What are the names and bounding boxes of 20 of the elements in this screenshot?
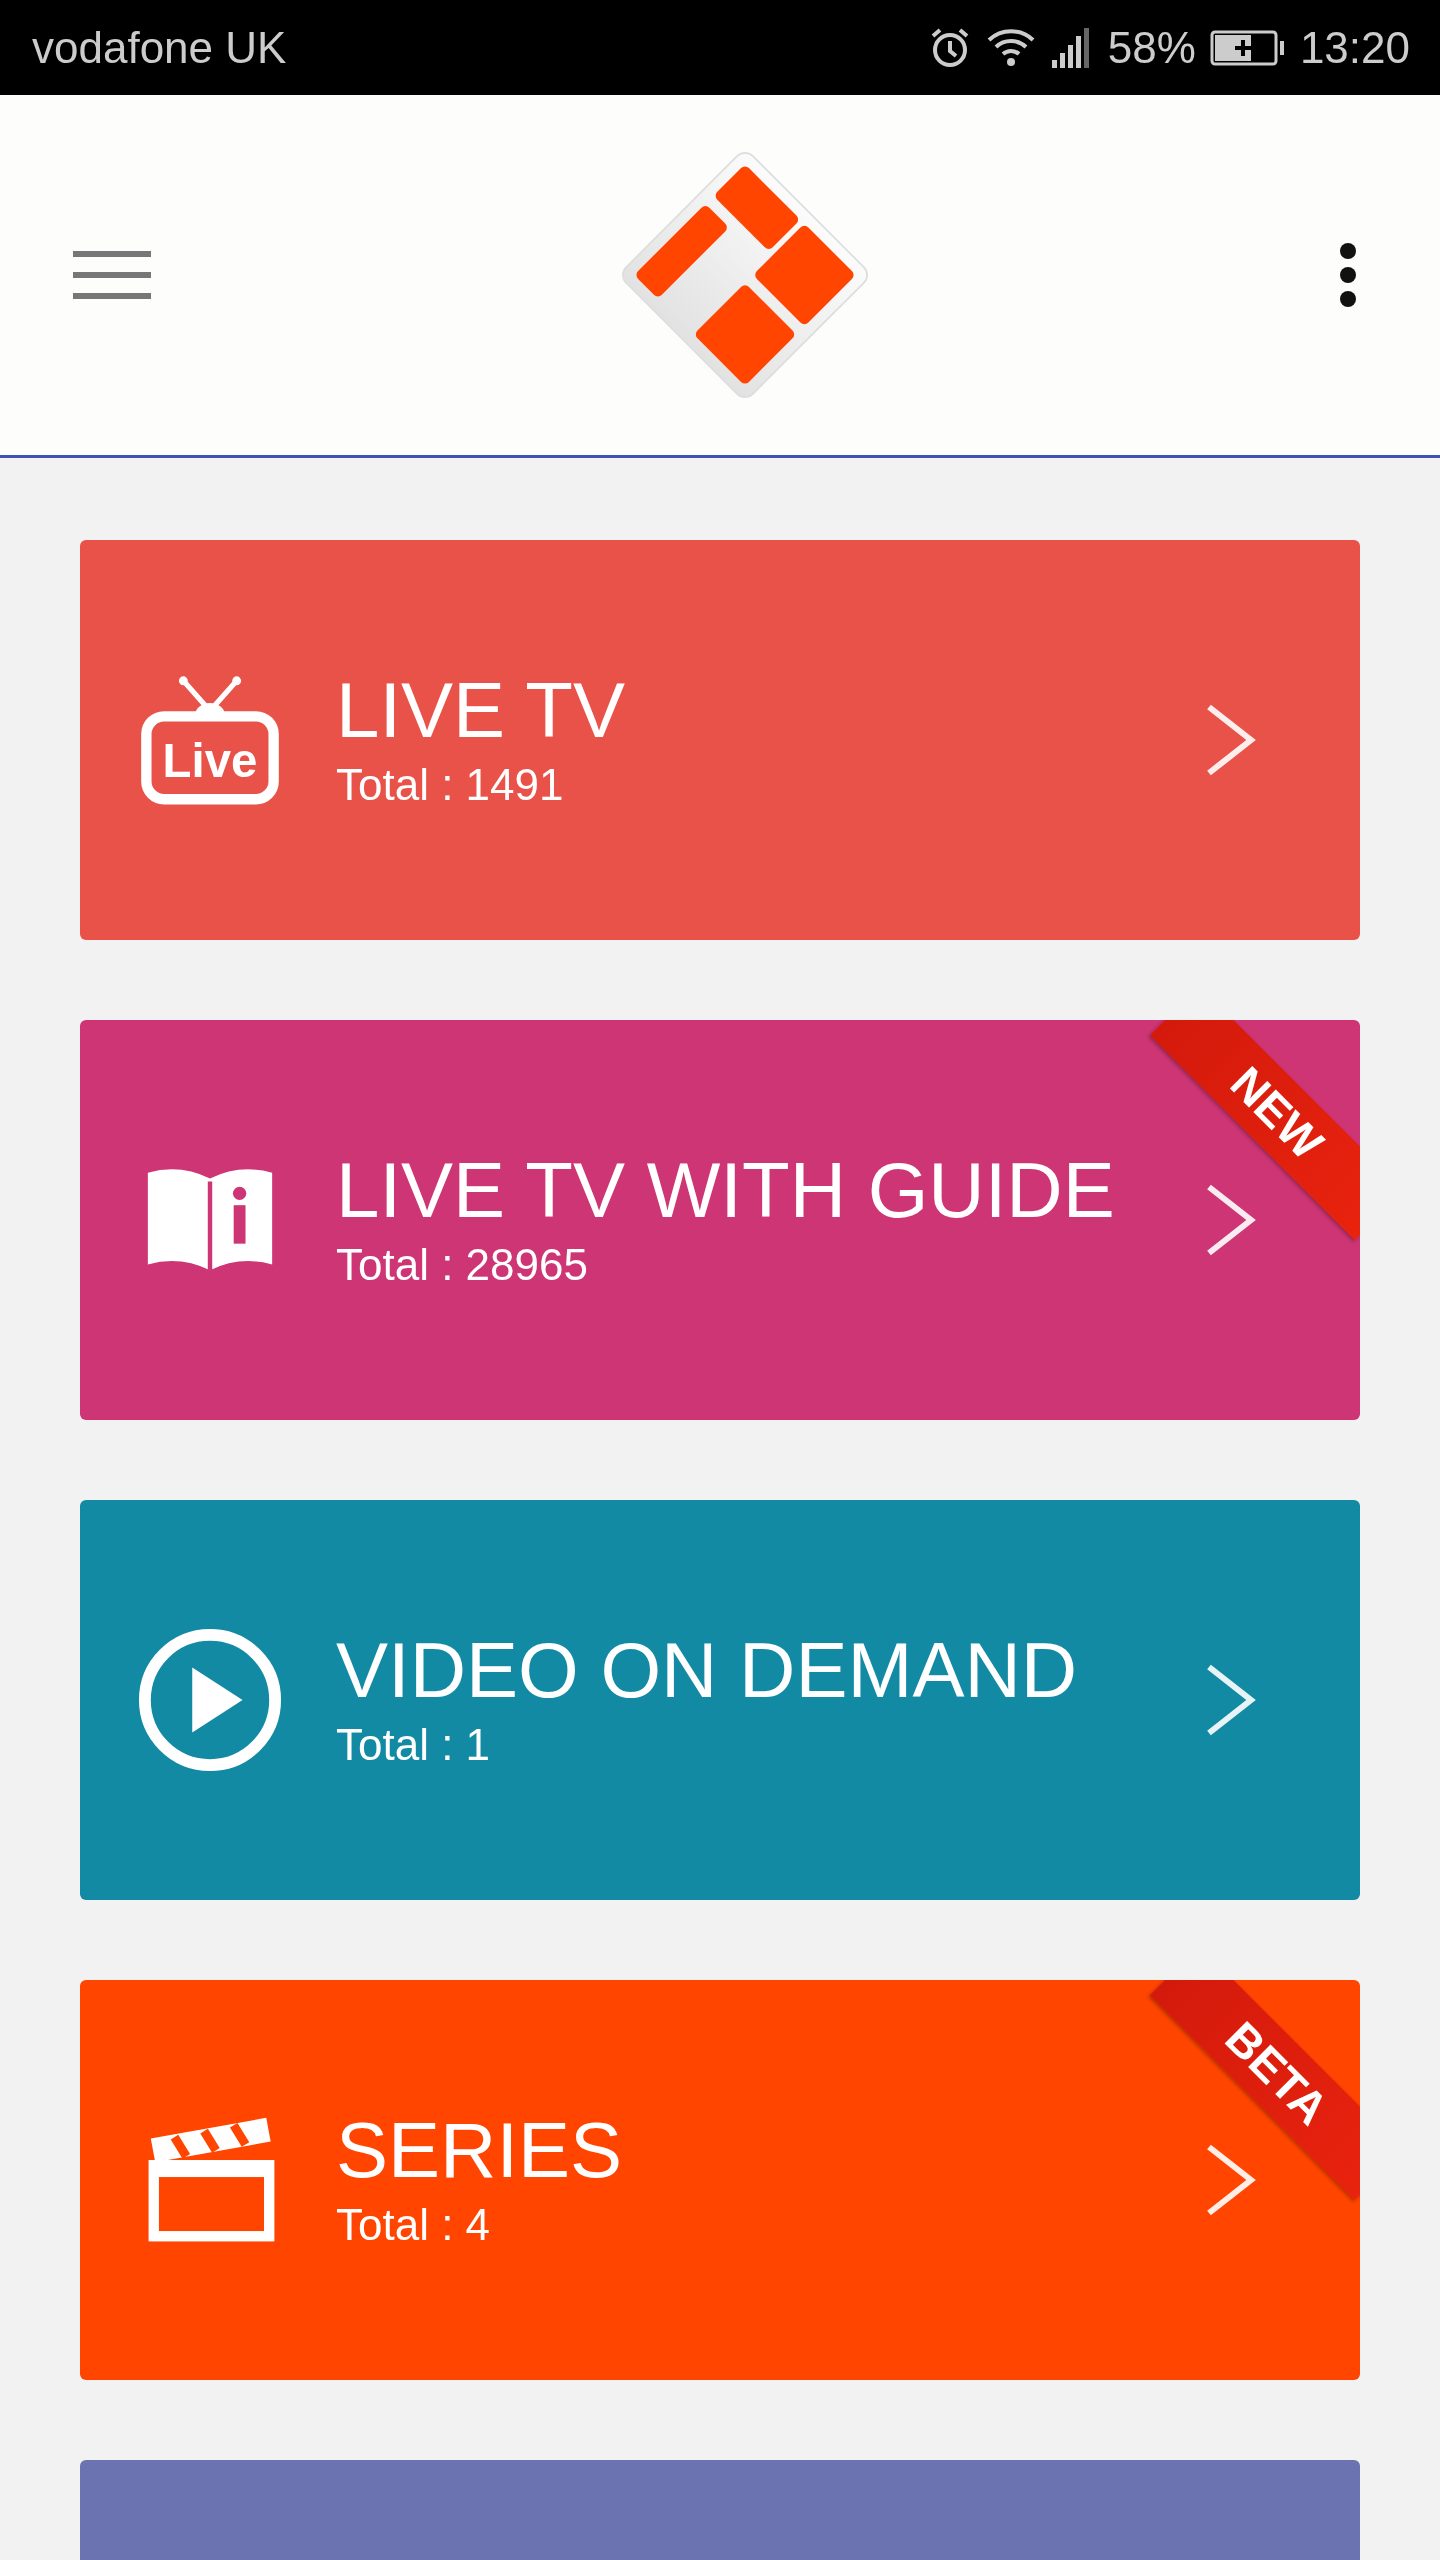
more-options-icon[interactable]	[1338, 242, 1358, 308]
battery-percent: 58%	[1107, 22, 1196, 73]
menu-icon[interactable]	[73, 249, 151, 301]
card-title: LIVE TV	[336, 670, 627, 752]
clock-time: 13:20	[1299, 22, 1410, 73]
carrier-name: vodafone UK	[32, 22, 287, 73]
card-total: Total : 1	[336, 1719, 492, 1770]
card-total: Total : 4	[336, 2199, 492, 2250]
chevron-right-icon	[1205, 1663, 1257, 1737]
chevron-right-icon	[1205, 703, 1257, 777]
menu-card[interactable]: VIDEO ON DEMAND Total : 1	[80, 1500, 1360, 1900]
menu-card[interactable]: Live LIVE TV Total : 1491	[80, 540, 1360, 940]
chevron-right-icon	[1205, 1183, 1257, 1257]
play-icon	[136, 1626, 284, 1774]
card-title: VIDEO ON DEMAND	[336, 1630, 1079, 1712]
card-title: SERIES	[336, 2110, 624, 2192]
card-total: Total : 28965	[336, 1239, 589, 1290]
card-title: LIVE TV WITH GUIDE	[336, 1150, 1116, 1232]
card-total: Total : 1491	[336, 759, 565, 810]
chevron-right-icon	[1205, 2143, 1257, 2217]
